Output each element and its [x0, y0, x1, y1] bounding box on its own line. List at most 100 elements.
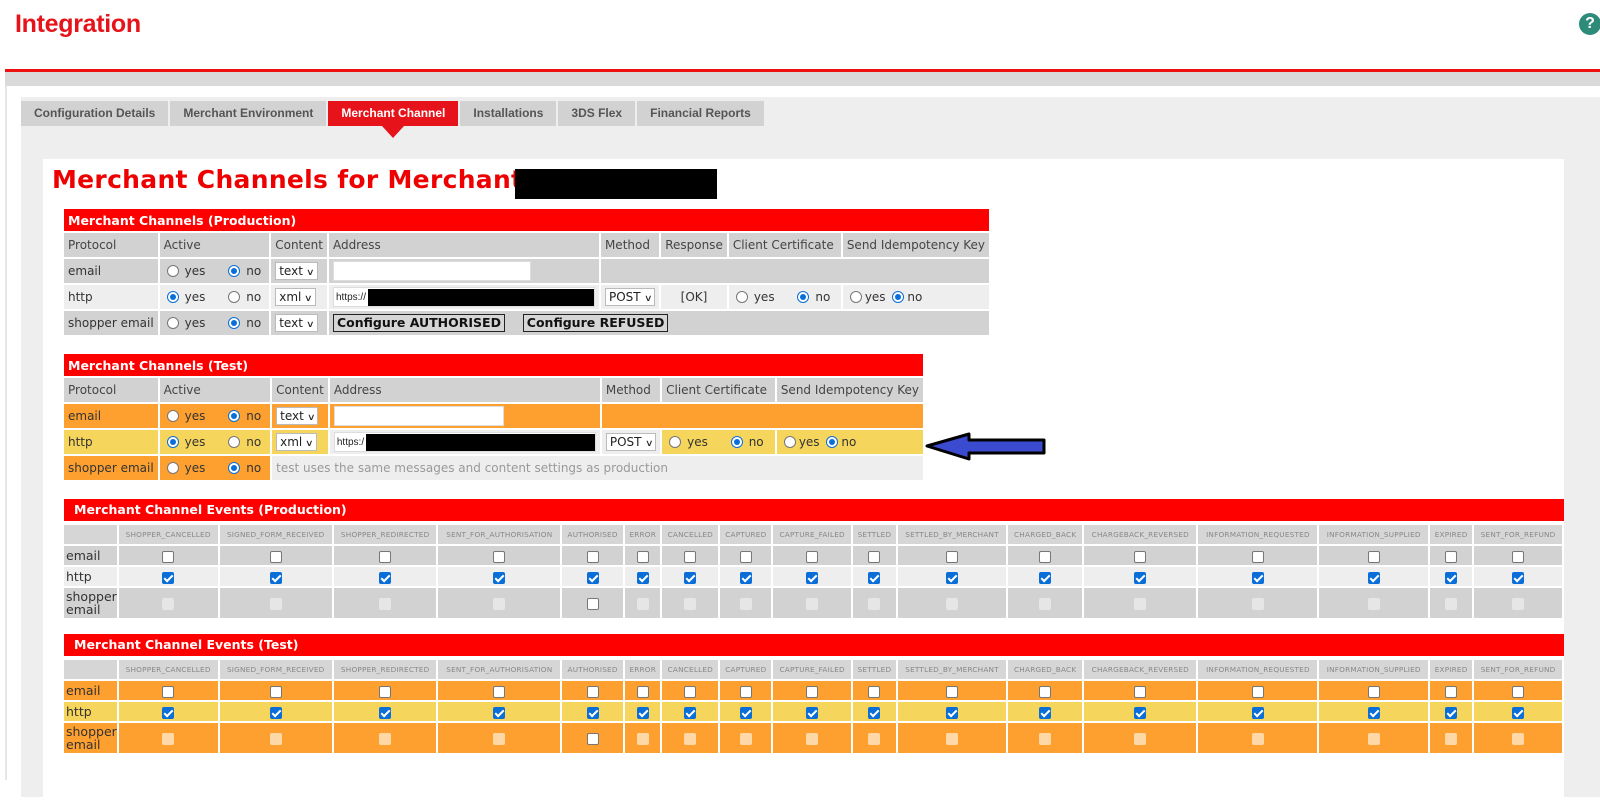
event-checkbox[interactable] [684, 571, 697, 584]
content-select[interactable]: text ∨ [276, 407, 319, 425]
event-checkbox[interactable] [493, 571, 506, 584]
help-icon[interactable]: ? [1579, 13, 1600, 35]
tab-financial-reports[interactable]: Financial Reports [637, 101, 764, 126]
idempotency-yes-radio[interactable] [783, 436, 796, 448]
event-checkbox[interactable] [1367, 685, 1380, 698]
address-input[interactable]: https:// [332, 287, 595, 307]
client-cert-yes-radio[interactable] [735, 291, 748, 303]
event-checkbox[interactable] [1134, 685, 1147, 698]
event-checkbox[interactable] [269, 571, 282, 584]
event-checkbox[interactable] [379, 706, 392, 719]
event-checkbox[interactable] [269, 706, 282, 719]
configure-authorised-button[interactable]: Configure AUTHORISED [332, 314, 505, 332]
event-checkbox[interactable] [1512, 571, 1525, 584]
event-checkbox[interactable] [806, 550, 819, 563]
event-checkbox[interactable] [1134, 571, 1147, 584]
content-select[interactable]: xml ∨ [276, 433, 317, 451]
event-checkbox[interactable] [636, 550, 649, 563]
event-checkbox[interactable] [162, 550, 175, 563]
client-cert-no-radio[interactable] [730, 436, 743, 448]
event-checkbox[interactable] [868, 706, 881, 719]
event-checkbox[interactable] [586, 571, 599, 584]
content-select[interactable]: text ∨ [275, 314, 318, 332]
event-checkbox[interactable] [1445, 571, 1458, 584]
event-checkbox[interactable] [1039, 706, 1052, 719]
event-checkbox[interactable] [739, 706, 752, 719]
event-checkbox[interactable] [269, 550, 282, 563]
event-checkbox[interactable] [946, 706, 959, 719]
tab-merchant-environment[interactable]: Merchant Environment [170, 101, 327, 126]
active-yes-radio[interactable] [166, 462, 179, 474]
event-checkbox[interactable] [868, 685, 881, 698]
event-checkbox[interactable] [1039, 550, 1052, 563]
event-checkbox[interactable] [493, 706, 506, 719]
active-yes-radio[interactable] [166, 317, 179, 329]
event-checkbox[interactable] [586, 685, 599, 698]
event-checkbox[interactable] [586, 598, 599, 610]
event-checkbox[interactable] [1512, 685, 1525, 698]
event-checkbox[interactable] [684, 706, 697, 719]
event-checkbox[interactable] [162, 571, 175, 584]
event-checkbox[interactable] [636, 706, 649, 719]
active-yes-radio[interactable] [166, 265, 179, 277]
event-checkbox[interactable] [1445, 550, 1458, 563]
client-cert-no-radio[interactable] [797, 291, 810, 303]
active-yes-radio[interactable] [166, 436, 179, 448]
content-select[interactable]: xml ∨ [275, 288, 316, 306]
address-input[interactable] [333, 406, 504, 426]
event-checkbox[interactable] [739, 685, 752, 698]
event-checkbox[interactable] [1134, 706, 1147, 719]
event-checkbox[interactable] [684, 685, 697, 698]
event-checkbox[interactable] [806, 685, 819, 698]
active-no-radio[interactable] [228, 291, 241, 303]
event-checkbox[interactable] [1445, 685, 1458, 698]
active-yes-radio[interactable] [166, 291, 179, 303]
active-no-radio[interactable] [228, 410, 241, 422]
event-checkbox[interactable] [946, 571, 959, 584]
active-yes-radio[interactable] [166, 410, 179, 422]
event-checkbox[interactable] [868, 571, 881, 584]
event-checkbox[interactable] [1512, 706, 1525, 719]
event-checkbox[interactable] [739, 571, 752, 584]
event-checkbox[interactable] [1251, 685, 1264, 698]
active-no-radio[interactable] [228, 317, 241, 329]
event-checkbox[interactable] [162, 706, 175, 719]
event-checkbox[interactable] [379, 550, 392, 563]
active-no-radio[interactable] [228, 436, 241, 448]
event-checkbox[interactable] [1367, 706, 1380, 719]
method-select[interactable]: POST ∨ [604, 288, 656, 306]
active-no-radio[interactable] [228, 265, 241, 277]
configure-refused-button[interactable]: Configure REFUSED [522, 314, 669, 332]
event-checkbox[interactable] [586, 706, 599, 719]
event-checkbox[interactable] [1134, 550, 1147, 563]
tab-3ds-flex[interactable]: 3DS Flex [558, 101, 636, 126]
event-checkbox[interactable] [1251, 550, 1264, 563]
event-checkbox[interactable] [1039, 571, 1052, 584]
event-checkbox[interactable] [1251, 571, 1264, 584]
event-checkbox[interactable] [1251, 706, 1264, 719]
tab-installations[interactable]: Installations [460, 101, 557, 126]
event-checkbox[interactable] [806, 571, 819, 584]
event-checkbox[interactable] [1512, 550, 1525, 563]
event-checkbox[interactable] [636, 685, 649, 698]
event-checkbox[interactable] [806, 706, 819, 719]
event-checkbox[interactable] [586, 733, 599, 745]
event-checkbox[interactable] [1039, 685, 1052, 698]
content-select[interactable]: text ∨ [275, 262, 318, 280]
event-checkbox[interactable] [636, 571, 649, 584]
idempotency-yes-radio[interactable] [849, 291, 862, 303]
event-checkbox[interactable] [269, 685, 282, 698]
client-cert-yes-radio[interactable] [669, 436, 682, 448]
event-checkbox[interactable] [379, 685, 392, 698]
address-input[interactable] [332, 261, 531, 281]
address-input[interactable]: https:/ [333, 432, 596, 452]
event-checkbox[interactable] [1367, 550, 1380, 563]
event-checkbox[interactable] [1367, 571, 1380, 584]
event-checkbox[interactable] [586, 550, 599, 563]
event-checkbox[interactable] [946, 550, 959, 563]
event-checkbox[interactable] [379, 571, 392, 584]
active-no-radio[interactable] [228, 462, 241, 474]
idempotency-no-radio[interactable] [826, 436, 839, 448]
event-checkbox[interactable] [493, 550, 506, 563]
event-checkbox[interactable] [739, 550, 752, 563]
